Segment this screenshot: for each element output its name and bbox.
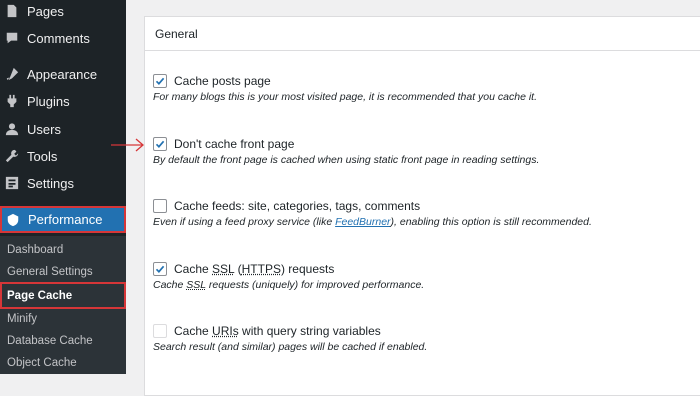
plugins-icon	[4, 93, 20, 109]
sidebar-item-label: Tools	[27, 148, 58, 164]
arrow-right-icon	[111, 138, 144, 152]
option-cache-ssl-requests: Cache SSL (HTTPS) requests Cache SSL req…	[153, 261, 693, 291]
performance-icon	[5, 212, 21, 228]
sidebar-item-plugins[interactable]: Plugins	[0, 88, 126, 114]
option-cache-posts-page: Cache posts page For many blogs this is …	[153, 73, 693, 103]
comments-icon	[4, 30, 20, 46]
cache-uris-query-string-checkbox[interactable]	[153, 324, 167, 338]
sidebar-item-label: Pages	[27, 3, 64, 19]
option-label: Cache URIs with query string variables	[174, 324, 381, 338]
sidebar-item-appearance[interactable]: Appearance	[0, 61, 126, 87]
settings-icon	[4, 175, 20, 191]
admin-sidebar: Pages Comments Appearance Plugins Users …	[0, 0, 126, 374]
cache-feeds-checkbox[interactable]	[153, 199, 167, 213]
general-settings-panel: General Cache posts page For many blogs …	[144, 16, 700, 396]
sidebar-item-comments[interactable]: Comments	[0, 25, 126, 51]
submenu-item-minify[interactable]: Minify	[0, 308, 126, 330]
users-icon	[4, 121, 20, 137]
divider	[145, 50, 700, 51]
feedburner-link[interactable]: FeedBurner	[335, 216, 390, 228]
submenu-item-page-cache[interactable]: Page Cache	[0, 282, 126, 309]
sidebar-item-label: Appearance	[27, 66, 98, 82]
submenu-item-object-cache[interactable]: Object Cache	[0, 352, 126, 374]
cache-ssl-requests-checkbox[interactable]	[153, 262, 167, 276]
sidebar-item-label: Users	[27, 121, 61, 137]
option-description: Even if using a feed proxy service (like…	[153, 216, 592, 228]
dont-cache-front-page-checkbox[interactable]	[153, 137, 167, 151]
option-label: Cache posts page	[174, 74, 271, 88]
appearance-icon	[4, 66, 20, 82]
submenu-item-general-settings[interactable]: General Settings	[0, 261, 126, 283]
option-cache-uris-query-string: Cache URIs with query string variables S…	[153, 323, 693, 353]
cache-posts-page-checkbox[interactable]	[153, 74, 167, 88]
sidebar-item-pages[interactable]: Pages	[0, 0, 126, 24]
panel-title: General	[155, 27, 198, 41]
sidebar-item-settings[interactable]: Settings	[0, 170, 126, 196]
option-description: By default the front page is cached when…	[153, 154, 540, 166]
tools-icon	[4, 148, 20, 164]
option-label: Cache SSL (HTTPS) requests	[174, 262, 335, 276]
sidebar-item-label: Comments	[27, 30, 90, 46]
sidebar-item-performance[interactable]: Performance	[0, 206, 126, 233]
option-description: For many blogs this is your most visited…	[153, 91, 538, 103]
submenu-item-database-cache[interactable]: Database Cache	[0, 330, 126, 352]
sidebar-item-label: Plugins	[27, 93, 70, 109]
option-label: Cache feeds: site, categories, tags, com…	[174, 199, 421, 213]
option-dont-cache-front-page: Don't cache front page By default the fr…	[153, 136, 693, 166]
submenu-item-dashboard[interactable]: Dashboard	[0, 239, 126, 261]
sidebar-item-tools[interactable]: Tools	[0, 143, 126, 169]
sidebar-item-label: Performance	[28, 212, 103, 227]
pages-icon	[4, 3, 20, 19]
option-description: Search result (and similar) pages will b…	[153, 341, 428, 353]
option-label: Don't cache front page	[174, 137, 295, 151]
sidebar-item-label: Settings	[27, 175, 74, 191]
performance-submenu: Dashboard General Settings Page Cache Mi…	[0, 236, 126, 374]
sidebar-item-users[interactable]: Users	[0, 116, 126, 142]
option-description: Cache SSL requests (uniquely) for improv…	[153, 279, 425, 291]
option-cache-feeds: Cache feeds: site, categories, tags, com…	[153, 198, 693, 228]
